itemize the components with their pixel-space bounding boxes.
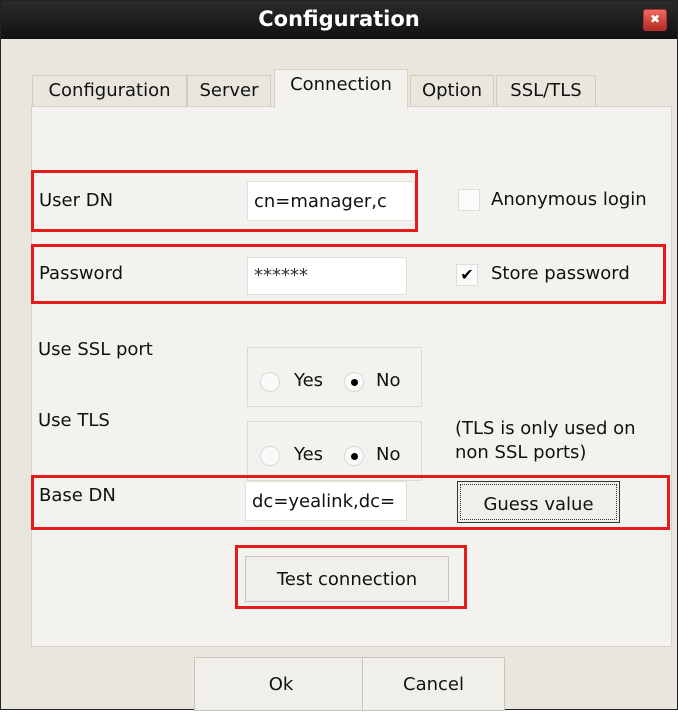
tls-note: (TLS is only used on non SSL ports) xyxy=(455,418,636,463)
anonymous-login-label: Anonymous login xyxy=(491,189,647,210)
title-bar: Configuration ✖ xyxy=(1,1,677,39)
tls-no-label: No xyxy=(376,444,401,465)
configuration-dialog: Configuration ✖ Configuration Server Con… xyxy=(0,0,678,711)
tls-yes-label: Yes xyxy=(294,444,324,465)
tls-radio-group: Yes No xyxy=(247,421,422,481)
tab-ssl-tls[interactable]: SSL/TLS xyxy=(496,75,596,107)
tab-configuration[interactable]: Configuration xyxy=(32,75,187,107)
tls-yes-radio[interactable] xyxy=(260,446,280,466)
close-button[interactable]: ✖ xyxy=(643,9,667,31)
base-dn-highlight xyxy=(31,475,670,530)
window-title: Configuration xyxy=(258,7,420,31)
test-connection-highlight xyxy=(235,545,467,609)
use-ssl-port-label: Use SSL port xyxy=(38,339,153,360)
use-tls-label: Use TLS xyxy=(38,410,110,431)
ok-button[interactable]: Ok xyxy=(194,657,368,711)
ssl-yes-label: Yes xyxy=(294,370,324,391)
ssl-yes-radio[interactable] xyxy=(260,372,280,392)
ssl-port-radio-group: Yes No xyxy=(247,347,422,407)
ssl-no-label: No xyxy=(376,370,401,391)
cancel-button[interactable]: Cancel xyxy=(362,657,505,711)
dialog-footer: Ok Cancel xyxy=(1,657,678,711)
close-icon: ✖ xyxy=(649,12,661,26)
user-dn-highlight xyxy=(31,170,418,232)
ssl-no-radio[interactable] xyxy=(344,372,364,392)
tls-no-radio[interactable] xyxy=(344,446,364,466)
tab-option[interactable]: Option xyxy=(410,75,494,107)
tab-server[interactable]: Server xyxy=(187,75,271,107)
password-highlight xyxy=(31,244,666,304)
tab-connection[interactable]: Connection xyxy=(274,69,408,108)
anonymous-login-checkbox[interactable] xyxy=(458,189,480,211)
